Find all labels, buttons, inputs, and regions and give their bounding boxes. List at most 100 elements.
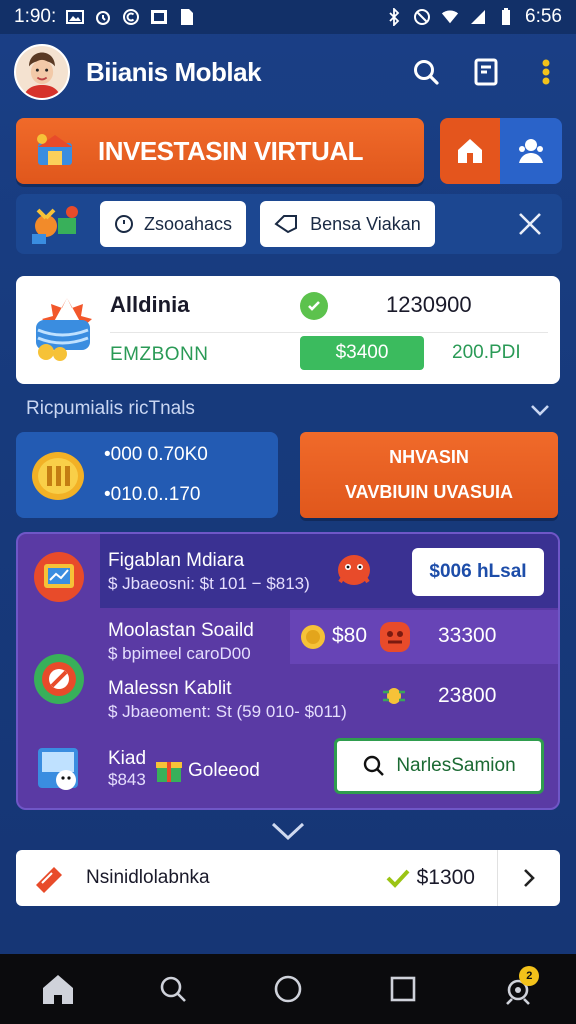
- item-4-extra: Goleeod: [188, 760, 260, 781]
- item-4-title: Kiad: [108, 748, 147, 769]
- more-vert-icon: [542, 59, 550, 85]
- chevron-down-icon[interactable]: [528, 398, 552, 422]
- check-circle-icon: [300, 292, 328, 320]
- cta-line-2: VAVBIUIN UVASUIA: [344, 482, 513, 502]
- chevron-down-icon[interactable]: [270, 820, 306, 842]
- list-row-highlight: [290, 610, 558, 664]
- image-icon: [66, 8, 85, 26]
- badge-icon: [380, 622, 410, 652]
- status-time: 1:90:: [14, 6, 57, 27]
- square-icon: [390, 976, 416, 1002]
- home-icon: [458, 139, 482, 163]
- summary-amount: 1230900: [386, 292, 472, 317]
- ticket-icon: [36, 867, 62, 893]
- portfolio-line-2: •010.0..170: [104, 484, 201, 505]
- search-icon: [414, 60, 439, 85]
- signal-icon: [469, 8, 487, 26]
- mute-icon: [413, 8, 431, 26]
- battery-icon: [497, 8, 515, 26]
- banner-label: INVESTASIN VIRTUAL: [98, 135, 363, 166]
- item-1-sub: $ Jbaeosni: $t 101 − $813): [108, 574, 310, 593]
- portfolio-card[interactable]: •000 0.70K0 •010.0..170: [16, 432, 278, 518]
- circle-c-icon: [122, 8, 140, 26]
- filter-chip-bensa[interactable]: Bensa Viakan: [260, 201, 435, 247]
- bluetooth-icon: [385, 8, 403, 26]
- chip-label: Bensa Viakan: [310, 213, 421, 234]
- more-options-button[interactable]: [530, 56, 562, 88]
- bottom-summary-card[interactable]: Nsinidlolabnka $1300: [16, 850, 560, 906]
- item-3-title: Malessn Kablit: [108, 678, 232, 699]
- people-toggle[interactable]: [500, 118, 562, 184]
- filter-chip-zsooahacs[interactable]: Zsooahacs: [100, 201, 247, 247]
- search-button[interactable]: [410, 56, 442, 88]
- bottom-label: Nsinidlolabnka: [86, 867, 210, 888]
- target-ring-icon: [34, 654, 84, 704]
- item-1-action-button[interactable]: $006 hLsaI: [412, 548, 544, 596]
- item-2-value-a: $80: [332, 624, 368, 647]
- notification-badge: 2: [519, 966, 540, 986]
- monster-icon: [338, 555, 370, 585]
- investment-list-panel: Figablan Mdiara $ Jbaeosni: $t 101 − $81…: [16, 532, 560, 810]
- sun-cash-icon: [36, 298, 92, 361]
- search-icon: [364, 755, 385, 776]
- bug-icon: [383, 688, 405, 704]
- nav-search[interactable]: [148, 964, 198, 1014]
- banner-row: INVESTASIN VIRTUAL: [16, 118, 562, 184]
- item-3-sub: $ Jbaeoment: St (59 010- $011): [108, 702, 347, 721]
- investasi-banner[interactable]: INVESTASIN VIRTUAL: [16, 118, 424, 184]
- alarm-icon: [94, 8, 112, 26]
- shop-icon: [38, 748, 78, 790]
- file-icon: [178, 8, 196, 26]
- gifts-icon: [32, 206, 78, 244]
- avatar[interactable]: [14, 44, 70, 100]
- item-2-value-b: 33300: [438, 624, 497, 647]
- tag-icon: [274, 215, 298, 234]
- chip-label: Zsooahacs: [144, 213, 233, 234]
- gallery-icon: [150, 8, 168, 26]
- close-icon: [519, 213, 541, 235]
- chart-card-icon: [34, 552, 84, 602]
- item-1-title: Figablan Mdiara: [108, 550, 245, 571]
- divider: [110, 332, 548, 333]
- nav-square[interactable]: [378, 964, 428, 1014]
- item-4-action-button[interactable]: NarlesSamion: [334, 738, 544, 794]
- nav-settings[interactable]: 2: [493, 964, 543, 1014]
- app-title: Biianis Moblak: [86, 56, 262, 87]
- summary-name: Alldinia: [110, 292, 190, 317]
- filter-row: Zsooahacs Bensa Viakan: [16, 194, 562, 254]
- item-2-sub: $ bpimeel caroD00: [108, 644, 251, 663]
- home-icon: [42, 975, 73, 1004]
- nav-home[interactable]: [33, 964, 83, 1014]
- item-4-action-label: NarlesSamion: [396, 755, 516, 776]
- chevron-right-icon: [524, 869, 535, 887]
- item-2-title: Moolastan Soaild: [108, 620, 254, 641]
- nav-circle-home[interactable]: [263, 964, 313, 1014]
- section-title: Ricpumialis ricTnals: [26, 398, 195, 419]
- cta-line-1: NHVASIN: [389, 447, 469, 467]
- bottom-navigation: 2: [0, 954, 576, 1024]
- app-bar: Biianis Moblak: [0, 34, 576, 110]
- status-bar: 1:90: 6:56: [0, 0, 576, 34]
- summary-right-value: 200.PDI: [452, 342, 521, 363]
- investment-chest-icon: [37, 134, 72, 165]
- close-button[interactable]: [510, 204, 550, 244]
- wifi-icon: [441, 8, 459, 26]
- search-icon: [160, 976, 186, 1002]
- summary-buy-button[interactable]: $3400: [300, 336, 424, 370]
- home-toggle[interactable]: [440, 118, 500, 184]
- gift-icon: [156, 762, 182, 782]
- circle-home-icon: [274, 975, 302, 1003]
- chevron-right-button[interactable]: [498, 850, 560, 906]
- status-clock: 6:56: [525, 6, 562, 27]
- bottom-value: $1300: [416, 866, 475, 889]
- document-button[interactable]: [470, 56, 502, 88]
- coin-stack-icon: [32, 452, 84, 500]
- summary-card[interactable]: Alldinia EMZBONN 1230900 $3400 200.PDI: [16, 276, 560, 384]
- coin-icon: [301, 625, 325, 649]
- people-icon: [519, 139, 543, 163]
- item-4-sub: $843: [108, 770, 146, 789]
- document-icon: [474, 58, 498, 86]
- check-icon: [385, 865, 411, 891]
- invest-cta-button[interactable]: NHVASIN VAVBIUIN UVASUIA: [300, 432, 558, 518]
- summary-subtitle: EMZBONN: [110, 344, 209, 365]
